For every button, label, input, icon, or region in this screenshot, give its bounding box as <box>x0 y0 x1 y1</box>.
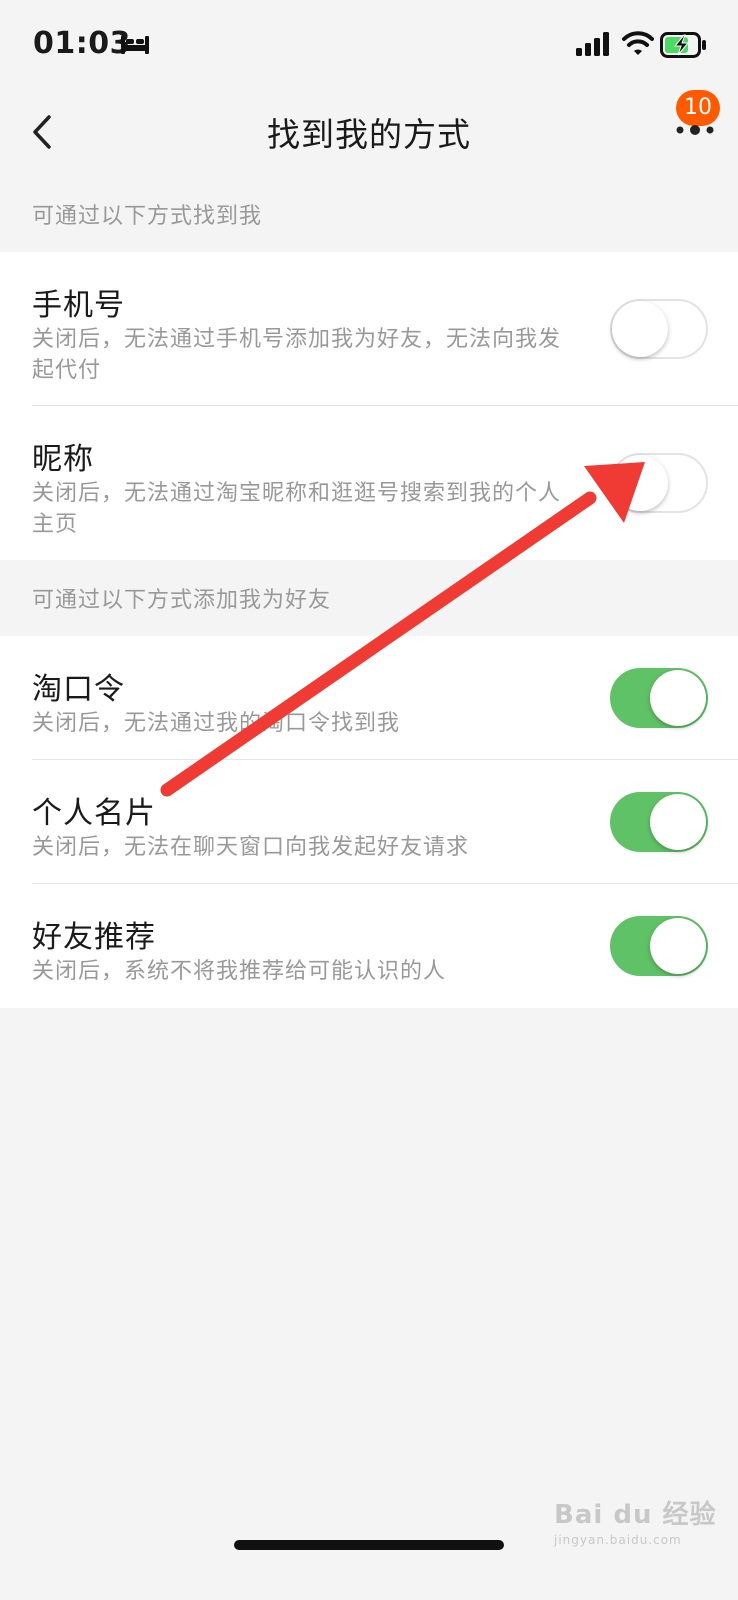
setting-description: 关闭后，无法通过淘宝昵称和逛逛号搜索到我的个人主页 <box>32 481 562 537</box>
toggle-knob <box>612 455 668 511</box>
setting-title: 淘口令 <box>32 672 125 707</box>
section-header-add-friend: 可通过以下方式添加我为好友 <box>0 560 738 636</box>
watermark-brand: Bai du 经验 <box>554 1500 717 1530</box>
setting-description: 关闭后，无法在聊天窗口向我发起好友请求 <box>32 835 470 860</box>
setting-title: 昵称 <box>32 442 94 477</box>
taokouling-toggle[interactable] <box>610 668 708 728</box>
toggle-knob <box>650 918 706 974</box>
wifi-icon <box>622 31 654 55</box>
business-card-toggle[interactable] <box>610 792 708 852</box>
home-indicator[interactable] <box>234 1540 504 1550</box>
settings-group-find-me: 手机号 关闭后，无法通过手机号添加我为好友，无法向我发起代付 昵称 关闭后，无法… <box>0 252 738 560</box>
notification-badge: 10 <box>676 90 720 126</box>
page-title: 找到我的方式 <box>267 115 471 154</box>
cellular-signal-icon <box>576 32 609 56</box>
toggle-knob <box>650 670 706 726</box>
setting-row-friend-recommend: 好友推荐 关闭后，系统不将我推荐给可能认识的人 <box>0 884 738 1008</box>
baidu-watermark: Bai du 经验 jingyan.baidu.com <box>554 1494 717 1547</box>
battery-charging-icon <box>660 32 706 58</box>
setting-row-nickname: 昵称 关闭后，无法通过淘宝昵称和逛逛号搜索到我的个人主页 <box>0 406 738 560</box>
setting-description: 关闭后，无法通过我的淘口令找到我 <box>32 711 401 736</box>
status-bar: 01:03 <box>0 0 738 90</box>
setting-title: 好友推荐 <box>32 920 156 955</box>
setting-row-phone: 手机号 关闭后，无法通过手机号添加我为好友，无法向我发起代付 <box>0 252 738 406</box>
status-time: 01:03 <box>33 26 131 61</box>
toggle-knob <box>612 301 668 357</box>
setting-row-business-card: 个人名片 关闭后，无法在聊天窗口向我发起好友请求 <box>0 760 738 884</box>
section-header-label: 可通过以下方式添加我为好友 <box>32 588 332 613</box>
toggle-knob <box>650 794 706 850</box>
setting-title: 个人名片 <box>32 796 156 831</box>
setting-description: 关闭后，系统不将我推荐给可能认识的人 <box>32 959 447 984</box>
more-dots-icon <box>676 125 714 135</box>
settings-group-add-friend: 淘口令 关闭后，无法通过我的淘口令找到我 个人名片 关闭后，无法在聊天窗口向我发… <box>0 636 738 1008</box>
friend-recommend-toggle[interactable] <box>610 916 708 976</box>
more-menu-button[interactable]: 10 <box>662 90 732 170</box>
sleep-mode-icon <box>121 36 149 54</box>
section-header-label: 可通过以下方式找到我 <box>32 204 263 229</box>
section-header-find-me: 可通过以下方式找到我 <box>0 176 738 252</box>
phone-toggle[interactable] <box>610 299 708 359</box>
setting-row-taokouling: 淘口令 关闭后，无法通过我的淘口令找到我 <box>0 636 738 760</box>
nickname-toggle[interactable] <box>610 453 708 513</box>
setting-description: 关闭后，无法通过手机号添加我为好友，无法向我发起代付 <box>32 327 562 383</box>
setting-title: 手机号 <box>32 288 125 323</box>
watermark-url: jingyan.baidu.com <box>554 1533 682 1547</box>
